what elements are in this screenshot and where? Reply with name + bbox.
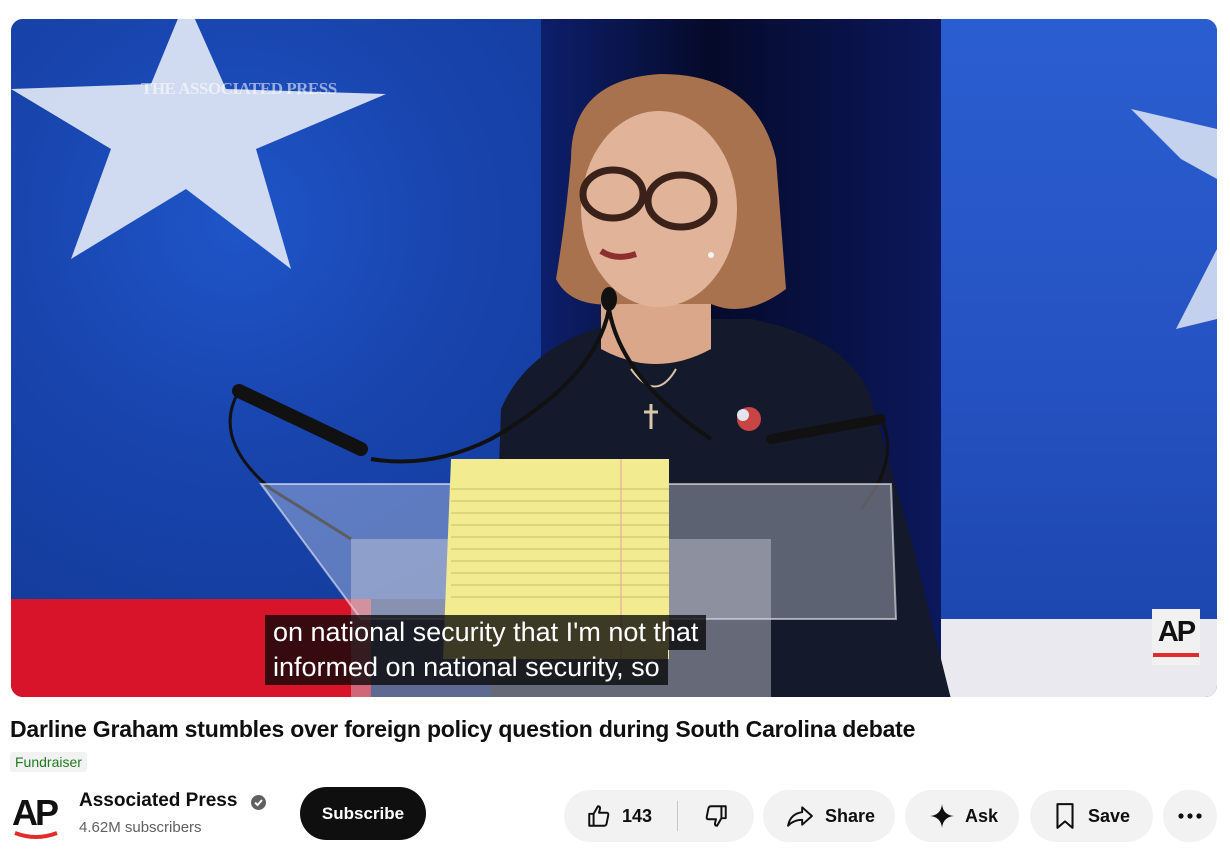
thumbs-down-icon: [705, 805, 727, 827]
caption-line: on national security that I'm not that: [265, 615, 707, 650]
like-button[interactable]: 143: [564, 790, 677, 842]
save-label: Save: [1088, 805, 1131, 826]
channel-name[interactable]: Associated Press: [79, 790, 237, 812]
like-count: 143: [622, 805, 653, 826]
ap-logo-bug: AP: [1152, 609, 1200, 665]
bookmark-icon: [1056, 803, 1074, 829]
more-actions-button[interactable]: [1163, 790, 1217, 842]
like-dislike-group: 143: [564, 790, 754, 842]
video-title: Darline Graham stumbles over foreign pol…: [10, 716, 916, 742]
share-arrow-icon: [787, 806, 813, 827]
ask-label: Ask: [965, 805, 999, 826]
verified-check-icon: [251, 795, 266, 810]
ap-logo-text: AP: [1157, 616, 1196, 648]
ask-button[interactable]: Ask: [905, 790, 1019, 842]
more-icon: [1178, 813, 1202, 819]
dislike-button[interactable]: [678, 790, 754, 842]
video-frame: THE ASSOCIATED PRESS on national securit…: [11, 19, 1217, 697]
share-label: Share: [825, 805, 876, 826]
thumbs-up-icon: [588, 805, 610, 827]
channel-avatar-text: AP: [12, 792, 58, 833]
sparkle-icon: [930, 804, 954, 828]
video-player[interactable]: THE ASSOCIATED PRESS on national securit…: [11, 19, 1217, 697]
channel-avatar[interactable]: AP: [12, 792, 60, 840]
save-button[interactable]: Save: [1030, 790, 1153, 842]
subscriber-count: 4.62M subscribers: [79, 819, 202, 836]
share-button[interactable]: Share: [763, 790, 895, 842]
video-caption: on national security that I'm not that i…: [265, 615, 707, 685]
ap-logo-underline: [1153, 653, 1199, 657]
fundraiser-tag[interactable]: Fundraiser: [10, 752, 87, 772]
caption-line: informed on national security, so: [265, 650, 668, 685]
speaker-at-podium: [228, 74, 951, 697]
subscribe-button[interactable]: Subscribe: [300, 787, 426, 840]
